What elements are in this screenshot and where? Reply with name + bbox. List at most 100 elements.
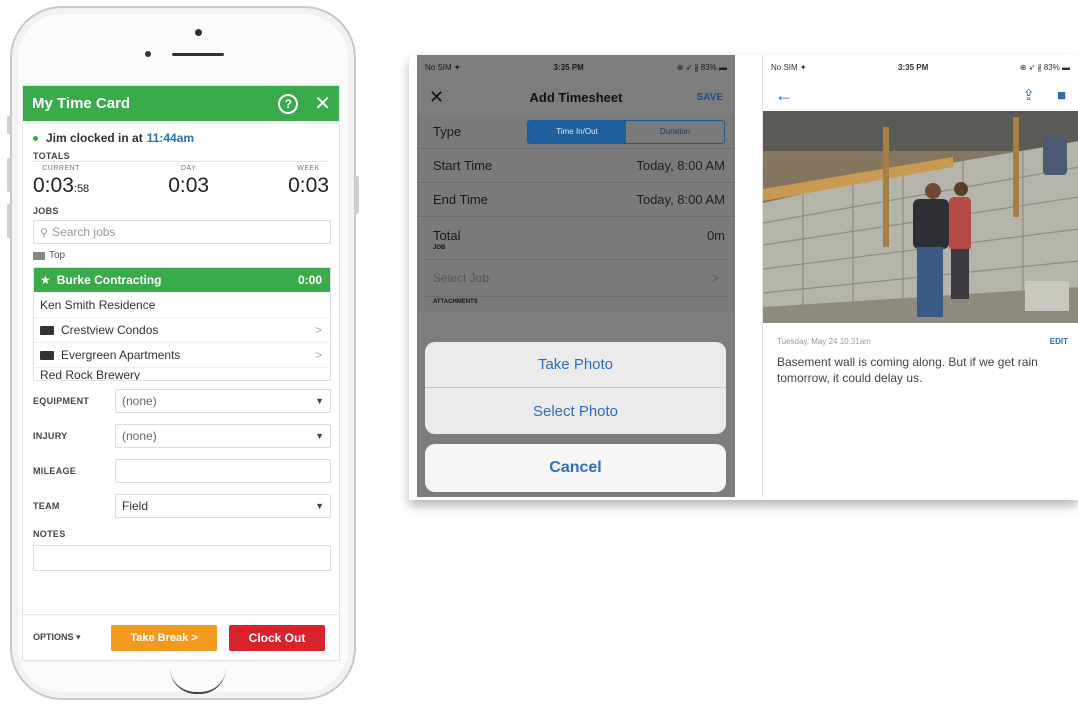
job-name: Crestview Condos: [61, 323, 159, 337]
folder-icon: [40, 325, 54, 335]
add-timesheet-screen: No SIM ✦ 3:35 PM ⊕ ➶ ∦ 83% ▬ ✕ Add Times…: [417, 55, 735, 497]
job-list: ★ Burke Contracting 0:00 Ken Smith Resid…: [33, 267, 331, 381]
notes-label: NOTES: [33, 529, 66, 539]
folder-icon: [33, 251, 45, 260]
search-input[interactable]: ⚲ Search jobs: [33, 220, 331, 244]
star-icon: ★: [40, 273, 51, 287]
equipment-label: EQUIPMENT: [33, 395, 90, 406]
page-title: My Time Card: [32, 95, 131, 112]
injury-row: INJURY (none) ▼: [23, 418, 339, 453]
clock-status-text: Jim clocked in at: [46, 131, 143, 145]
nav-bar: ✕ Add Timesheet SAVE: [417, 79, 735, 115]
injury-label: INJURY: [33, 430, 68, 441]
notes-field[interactable]: [33, 545, 331, 571]
mileage-row: MILEAGE: [23, 453, 339, 488]
trash-icon[interactable]: ■: [1057, 87, 1066, 104]
clock-out-button[interactable]: Clock Out: [229, 624, 325, 651]
job-name: Red Rock Brewery: [40, 368, 141, 381]
back-arrow-icon[interactable]: ←: [775, 85, 1000, 106]
battery-text: ⊕ ➶ ∦ 83% ▬: [1019, 62, 1070, 72]
construction-photo: [763, 111, 1078, 323]
job-name: Burke Contracting: [56, 273, 162, 287]
select-job-label: Select Job: [433, 271, 490, 285]
photo-date: Tuesday, May 24 10:31am: [777, 337, 871, 346]
list-item[interactable]: Evergreen Apartments >: [34, 343, 330, 368]
end-time-value: Today, 8:00 AM: [636, 192, 725, 207]
job-caption: JOB: [433, 245, 446, 251]
segment-time-in-out[interactable]: Time In/Out: [528, 120, 626, 143]
total-label: CURRENT: [42, 165, 80, 172]
carrier-text: No SIM ✦: [771, 62, 807, 72]
injury-select[interactable]: (none) ▼: [115, 423, 331, 448]
power-button: [355, 176, 359, 214]
mileage-label: MILEAGE: [33, 465, 77, 476]
breadcrumb[interactable]: Top: [23, 244, 339, 261]
status-time: 3:35 PM: [898, 62, 929, 72]
select-job-row[interactable]: Select Job >: [425, 259, 727, 297]
start-time-row[interactable]: Start Time Today, 8:00 AM: [417, 149, 735, 183]
job-name: Ken Smith Residence: [40, 298, 156, 312]
close-icon[interactable]: ✕: [429, 87, 479, 108]
total-label: Total: [433, 227, 461, 243]
total-value: 0m: [706, 227, 725, 243]
status-dot-icon: [33, 135, 38, 141]
nav-bar: ← ⇪ ■: [763, 79, 1078, 111]
job-name: Evergreen Apartments: [61, 348, 181, 362]
injury-value: (none): [122, 428, 157, 443]
total-value: 0:03:58: [33, 174, 90, 197]
camera-icon: [195, 29, 202, 36]
totals-label: TOTALS: [33, 151, 70, 161]
photo-meta: Tuesday, May 24 10:31am EDIT: [763, 323, 1078, 346]
volume-down-button: [7, 204, 11, 238]
page-title: Add Timesheet: [529, 89, 623, 105]
equipment-select[interactable]: (none) ▼: [115, 388, 331, 413]
list-item[interactable]: Red Rock Brewery: [34, 368, 330, 381]
search-placeholder: Search jobs: [52, 225, 116, 239]
options-menu[interactable]: OPTIONS ▾: [33, 632, 111, 643]
stage: My Time Card ? ✕ Jim clocked in at 11:44…: [0, 0, 1078, 705]
team-select[interactable]: Field ▼: [115, 493, 331, 518]
chevron-right-icon: >: [314, 323, 322, 337]
sensor-dot: [145, 51, 151, 57]
total-row: Total 0m: [417, 217, 735, 245]
speaker-grille: [172, 53, 224, 56]
caret-down-icon: ▼: [315, 430, 324, 441]
total-week: WEEK 0:03: [288, 165, 329, 198]
team-label: TEAM: [33, 500, 60, 511]
carrier-text: No SIM ✦: [425, 62, 461, 72]
folder-icon: [40, 350, 54, 360]
time-card-screen: My Time Card ? ✕ Jim clocked in at 11:44…: [22, 85, 340, 661]
clock-in-time: 11:44am: [146, 131, 195, 145]
take-photo-button[interactable]: Take Photo: [425, 342, 726, 388]
total-value-main: 0:03: [33, 174, 74, 197]
total-value: 0:03: [168, 174, 210, 197]
segment-duration[interactable]: Duration: [626, 121, 724, 143]
jobs-label: JOBS: [33, 206, 59, 216]
cancel-button[interactable]: Cancel: [425, 444, 726, 492]
type-label: Type: [433, 124, 462, 139]
take-break-button[interactable]: Take Break >: [111, 624, 217, 651]
totals-row: CURRENT 0:03:58 DAY 0:03 WEEK 0:03: [33, 161, 329, 198]
caret-down-icon: ▼: [315, 500, 324, 511]
share-icon[interactable]: ⇪: [1022, 86, 1035, 104]
total-label: DAY: [180, 165, 197, 172]
help-icon[interactable]: ?: [278, 93, 299, 114]
action-sheet: Take Photo Select Photo: [425, 342, 726, 434]
mileage-field[interactable]: [115, 458, 331, 483]
attachments-caption: ATTACHMENTS: [433, 299, 478, 305]
status-bar: No SIM ✦ 3:35 PM ⊕ ➶ ∦ 83% ▬: [417, 55, 735, 79]
total-label: WEEK: [297, 165, 320, 172]
save-button[interactable]: SAVE: [673, 92, 724, 103]
list-item[interactable]: Ken Smith Residence: [34, 293, 330, 318]
photo-note: Basement wall is coming along. But if we…: [777, 355, 1038, 385]
edit-button[interactable]: EDIT: [1050, 337, 1068, 346]
type-segmented-control: Time In/Out Duration: [527, 119, 725, 144]
clock-status: Jim clocked in at 11:44am: [23, 121, 339, 145]
end-time-row[interactable]: End Time Today, 8:00 AM: [417, 183, 735, 217]
list-item[interactable]: ★ Burke Contracting 0:00: [34, 268, 330, 293]
end-time-label: End Time: [433, 192, 488, 207]
home-button: [170, 668, 226, 694]
list-item[interactable]: Crestview Condos >: [34, 318, 330, 343]
select-photo-button[interactable]: Select Photo: [425, 388, 726, 434]
close-icon[interactable]: ✕: [314, 94, 331, 114]
